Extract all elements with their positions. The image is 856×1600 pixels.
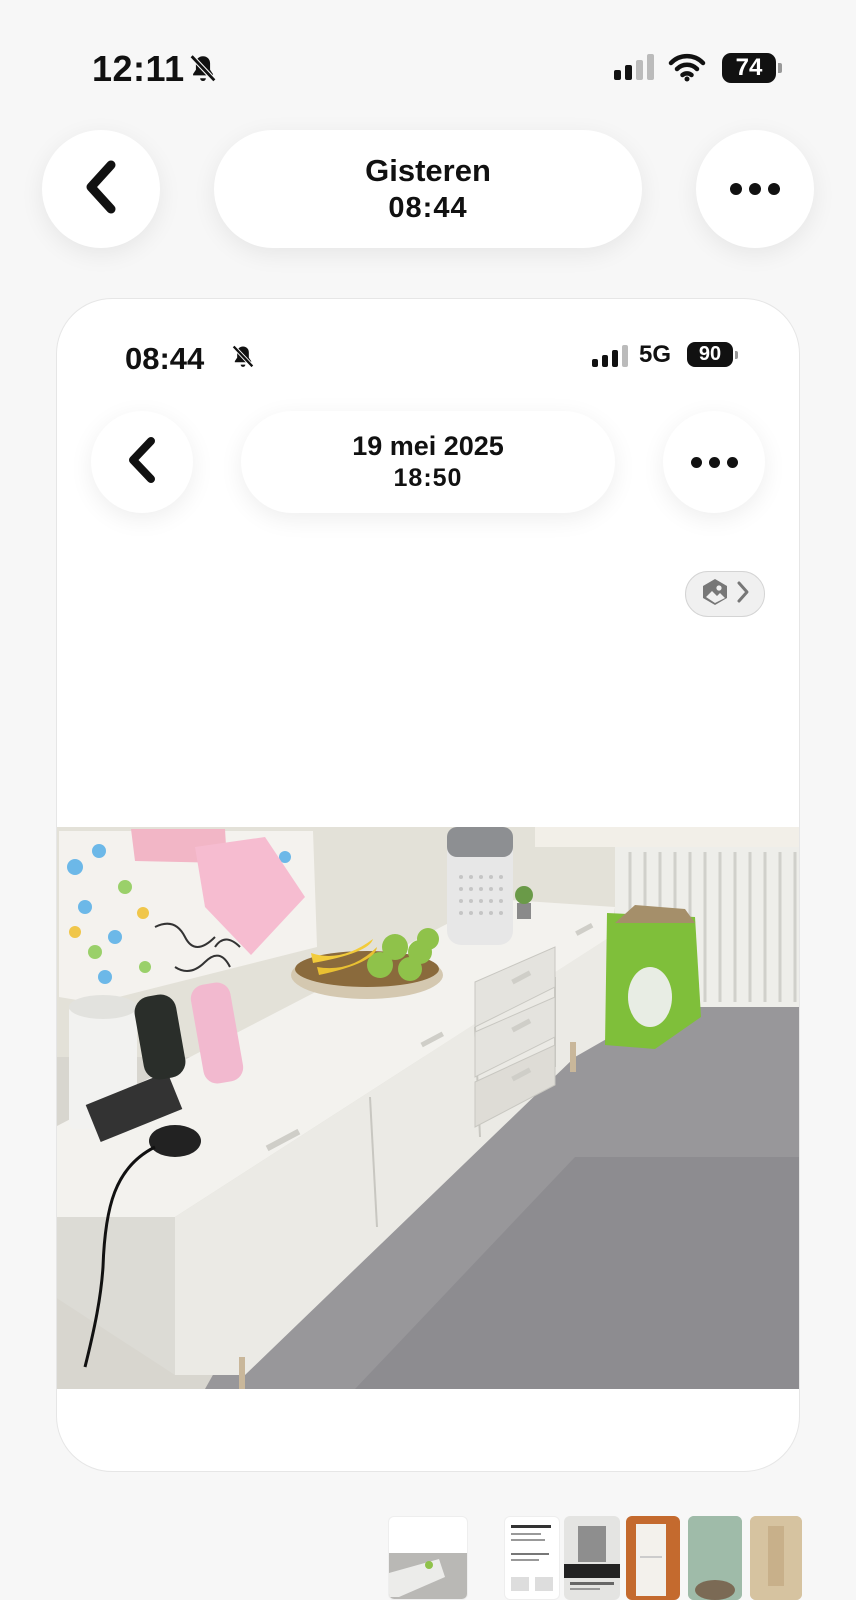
battery-icon: 74 <box>722 53 782 83</box>
page-title: Gisteren <box>365 153 491 188</box>
thumbnail-item[interactable] <box>504 1516 560 1600</box>
ellipsis-icon <box>730 183 780 195</box>
date-title-pill[interactable]: Gisteren 08:44 <box>214 130 642 248</box>
page-subtitle-time: 08:44 <box>388 192 468 224</box>
back-button[interactable] <box>42 130 160 248</box>
screenshot-more-button <box>663 411 765 513</box>
ellipsis-icon <box>690 456 738 468</box>
screenshot-subtitle-time: 18:50 <box>393 464 463 492</box>
screenshot-title: 19 mei 2025 <box>352 431 504 461</box>
screenshot-preview[interactable]: 08:44 5G 90 19 mei 2025 18:50 <box>56 298 800 1472</box>
thumbnail-item[interactable] <box>626 1516 680 1600</box>
bell-slash-icon <box>186 52 220 91</box>
status-time: 12:11 <box>92 48 185 89</box>
screenshot-back-button <box>91 411 193 513</box>
chevron-left-icon <box>81 159 121 220</box>
thumbnail-item[interactable] <box>750 1516 802 1600</box>
status-bar: 12:11 74 <box>0 0 856 130</box>
photo-gallery-icon <box>700 577 730 612</box>
room-photo <box>57 827 799 1389</box>
bell-slash-icon <box>229 343 257 376</box>
more-button[interactable] <box>696 130 814 248</box>
thumbnail-current[interactable] <box>388 1516 468 1600</box>
cellular-signal-icon <box>592 345 628 367</box>
chevron-left-icon <box>125 436 159 489</box>
wifi-icon <box>668 52 706 87</box>
screenshot-status-time: 08:44 <box>125 341 205 376</box>
thumbnail-item[interactable] <box>688 1516 742 1600</box>
battery-level: 90 <box>687 342 733 367</box>
battery-icon: 90 <box>687 342 738 367</box>
thumbnail-strip[interactable] <box>0 1516 856 1600</box>
screenshot-date-pill: 19 mei 2025 18:50 <box>241 411 615 513</box>
photo-gallery-badge <box>685 571 765 617</box>
network-type: 5G <box>639 341 672 368</box>
chevron-right-icon <box>736 580 750 609</box>
thumbnail-item[interactable] <box>564 1516 620 1600</box>
cellular-signal-icon <box>614 54 654 80</box>
battery-level: 74 <box>722 53 776 83</box>
